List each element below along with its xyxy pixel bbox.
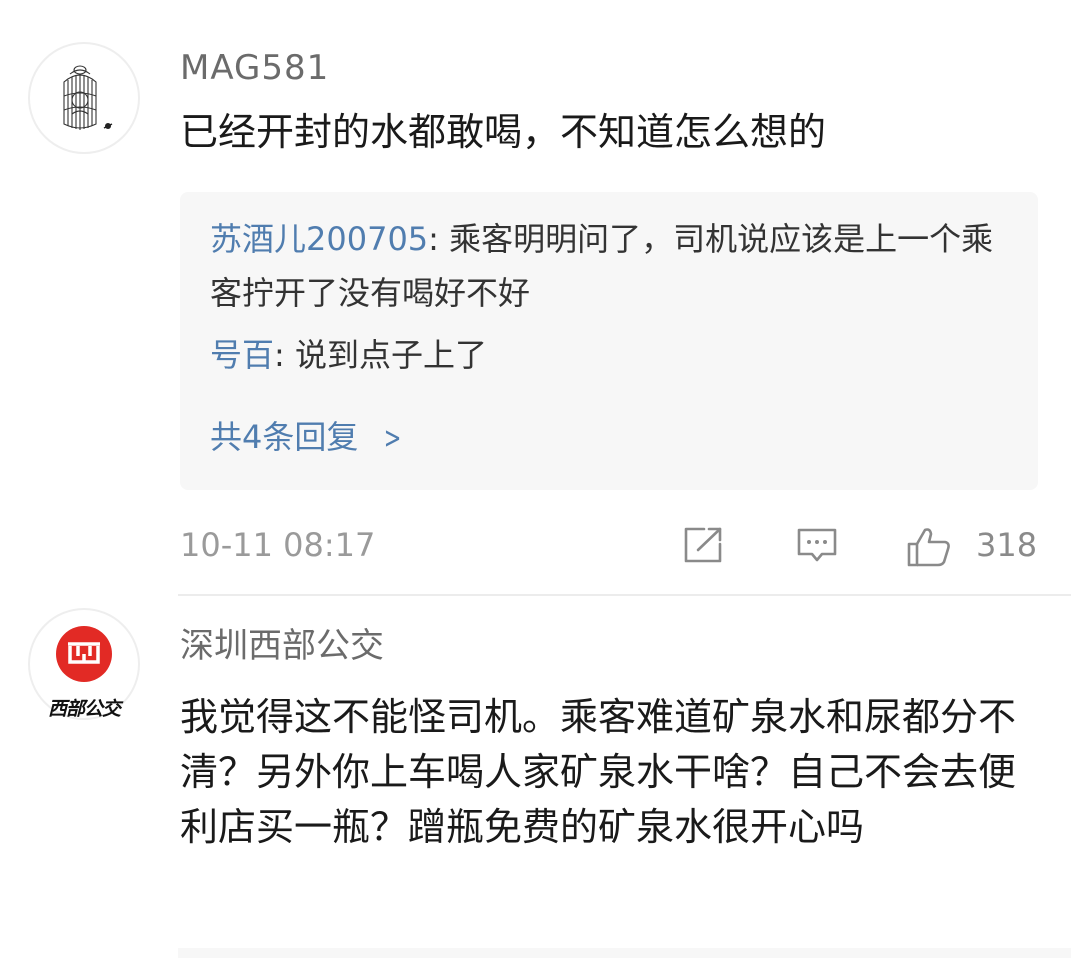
reply-username[interactable]: 号百 — [210, 336, 274, 374]
comment-item: MAG581 已经开封的水都敢喝，不知道怎么想的 苏酒儿200705: 乘客明明… — [0, 0, 1071, 595]
view-more-replies-link[interactable]: 共4条回复 > — [210, 410, 406, 466]
timestamp: 10-11 08:17 — [180, 526, 376, 564]
chevron-right-icon: > — [384, 421, 402, 456]
reply-item: 号百: 说到点子上了 — [210, 328, 1008, 382]
logo-wordmark: 西部公交 — [47, 698, 121, 720]
reply-box[interactable]: 苏酒儿200705: 乘客明明问了，司机说应该是上一个乘客拧开了没有喝好不好 号… — [180, 192, 1038, 490]
thumbs-up-icon — [907, 528, 950, 567]
comment-text: 我觉得这不能怪司机。乘客难道矿泉水和尿都分不清？另外你上车喝人家矿泉水干啥？自己… — [180, 695, 1017, 849]
birdcage-sketch-icon — [63, 65, 113, 130]
share-icon — [684, 527, 722, 563]
comment-icon — [797, 528, 837, 562]
reply-item: 苏酒儿200705: 乘客明明问了，司机说应该是上一个乘客拧开了没有喝好不好 — [210, 212, 1008, 320]
comment-text: 已经开封的水都敢喝，不知道怎么想的 — [180, 110, 827, 154]
avatar[interactable] — [28, 42, 140, 154]
like-button[interactable]: 318 — [906, 520, 1046, 570]
reply-username[interactable]: 苏酒儿200705 — [210, 220, 428, 258]
like-count: 318 — [976, 526, 1038, 564]
comment-item: 西部公交 深圳西部公交 我觉得这不能怪司机。乘客难道矿泉水和尿都分不清？另外你上… — [0, 596, 1071, 958]
reply-text: : 说到点子上了 — [274, 336, 487, 374]
share-button[interactable] — [682, 520, 728, 570]
next-comment-edge — [178, 948, 1071, 958]
username[interactable]: MAG581 — [180, 48, 329, 88]
more-replies-label: 共4条回复 — [210, 418, 359, 456]
reply-button[interactable] — [796, 520, 842, 570]
username[interactable]: 深圳西部公交 — [180, 626, 384, 666]
